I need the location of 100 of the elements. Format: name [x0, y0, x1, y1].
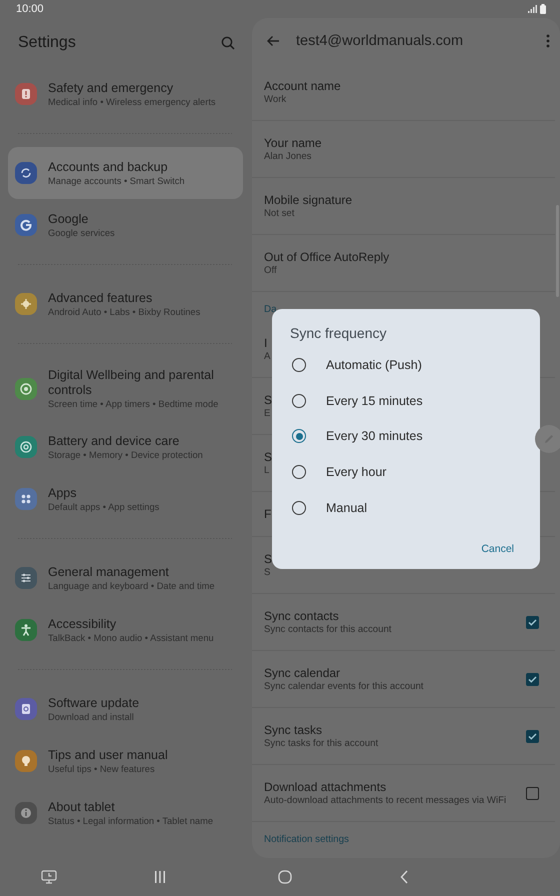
setting-value: Sync tasks for this account	[264, 738, 378, 750]
item-title: Apps	[48, 486, 78, 500]
more-options-icon	[546, 34, 550, 48]
setting-value: A	[264, 350, 270, 362]
setting-title: Sync contacts	[264, 608, 339, 624]
item-subtitle: Storage • Memory • Device protection	[48, 448, 203, 460]
item-subtitle: Google services	[48, 226, 115, 238]
setting-title: Out of Office AutoReply	[264, 250, 390, 264]
item-subtitle: Useful tips • New features	[48, 762, 156, 774]
setting-value: Off	[264, 264, 277, 276]
setting-value: L	[264, 464, 270, 476]
setting-title: Account name	[264, 78, 341, 94]
search-icon	[221, 36, 235, 50]
setting-row[interactable]: Sync calendar Sync calendar events for this account	[252, 651, 555, 708]
item-title: Accessibility	[48, 616, 118, 632]
account-email-title: test4@worldmanuals.com	[296, 33, 464, 49]
settings-item[interactable]: Apps Default apps • App settings	[8, 473, 243, 525]
item-subtitle: Screen time • App timers • Bedtime mode	[48, 398, 220, 410]
settings-item[interactable]: General management Language and keyboard • Date and time	[8, 552, 243, 604]
settings-item[interactable]: Tips and user manual Useful tips • New features	[8, 735, 243, 787]
settings-item[interactable]: Accounts and backup Manage accounts • Smart Switch	[8, 147, 243, 199]
radio-button[interactable]	[292, 464, 306, 479]
setting-value: Sync calendar events for this account	[264, 680, 424, 692]
settings-item[interactable]: Safety and emergency Medical info • Wireless emergency alerts	[8, 68, 243, 120]
item-subtitle: Manage accounts • Smart Switch	[48, 174, 185, 186]
setting-value: S	[264, 566, 270, 578]
checkbox[interactable]	[526, 672, 539, 686]
checkbox[interactable]	[526, 786, 539, 800]
item-title: Tips and user manual	[48, 748, 168, 762]
item-title: About tablet	[48, 800, 116, 814]
setting-row[interactable]: Sync contacts Sync contacts for this account	[252, 594, 555, 651]
recent-apps-icon	[154, 871, 166, 883]
back-button[interactable]	[398, 868, 410, 886]
setting-value: Auto-download attachments to recent messages via WiFi	[264, 794, 506, 806]
item-subtitle: Medical info • Wireless emergency alerts	[48, 96, 216, 108]
item-title: General management	[48, 564, 170, 580]
radio-button[interactable]	[292, 429, 306, 444]
screen-recorder-button[interactable]	[39, 868, 59, 886]
setting-row[interactable]: Sync tasks Sync tasks for this account	[252, 708, 555, 765]
more-options-button[interactable]	[544, 32, 552, 50]
setting-title: Mobile signature	[264, 192, 352, 208]
option-label[interactable]: Every hour	[326, 464, 386, 479]
radio-button[interactable]	[292, 358, 306, 372]
setting-row[interactable]: Out of Office AutoReply Off	[252, 235, 555, 292]
setting-value: Work	[264, 94, 286, 106]
setting-value: Alan Jones	[264, 150, 312, 162]
setting-row[interactable]: Mobile signature Not set	[252, 178, 555, 235]
cancel-button[interactable]: Cancel	[475, 539, 520, 560]
home-button[interactable]	[276, 868, 294, 886]
setting-value: Not set	[264, 208, 294, 220]
setting-title: Sync tasks	[264, 722, 322, 738]
item-title: Safety and emergency	[48, 80, 174, 96]
settings-item[interactable]: Accessibility TalkBack • Mono audio • Assistant menu	[8, 604, 243, 656]
dialog-title: Sync frequency	[290, 325, 388, 341]
back-arrow-icon	[266, 35, 280, 47]
settings-item[interactable]: Advanced features Android Auto • Labs • Bixby Routines	[8, 278, 243, 330]
item-subtitle: Default apps • App settings	[48, 500, 160, 512]
battery-icon	[540, 4, 546, 14]
radio-button[interactable]	[292, 500, 306, 515]
settings-item[interactable]: Digital Wellbeing and parental controls Screen time • App timers • Bedtime mode	[8, 357, 243, 421]
radio-button[interactable]	[292, 394, 306, 408]
option-label[interactable]: Automatic (Push)	[326, 358, 422, 372]
setting-title: Sync calendar	[264, 666, 340, 680]
setting-title: Your name	[264, 136, 322, 150]
setting-title: Download attachments	[264, 780, 386, 794]
setting-title: S	[264, 392, 272, 408]
option-label[interactable]: Every 30 minutes	[326, 429, 423, 444]
option-label[interactable]: Manual	[326, 500, 367, 515]
item-title: Advanced features	[48, 290, 154, 306]
setting-row[interactable]: Your name Alan Jones	[252, 121, 555, 178]
settings-item[interactable]: About tablet Status • Legal information • Tablet name	[8, 787, 243, 839]
setting-value: Sync contacts for this account	[264, 624, 392, 636]
setting-title: I	[264, 336, 268, 350]
item-subtitle: Status • Legal information • Tablet name	[48, 814, 213, 826]
settings-item[interactable]: Battery and device care Storage • Memory • Device protection	[8, 421, 243, 473]
option-label[interactable]: Every 15 minutes	[326, 394, 423, 408]
setting-row[interactable]: Account name Work	[252, 64, 555, 121]
setting-value: E	[264, 408, 270, 420]
settings-title: Settings	[18, 34, 76, 52]
checkbox[interactable]	[526, 730, 539, 742]
item-title: Battery and device care	[48, 434, 180, 448]
section-header: Notification settings	[263, 833, 350, 847]
setting-row[interactable]: Download attachments Auto-download attachments to recent messages via WiFi	[252, 765, 555, 822]
item-subtitle: Language and keyboard • Date and time	[48, 580, 215, 592]
item-title: Digital Wellbeing and parental controls	[48, 368, 215, 398]
item-subtitle: Download and install	[48, 710, 135, 722]
item-title: Software update	[48, 696, 140, 710]
settings-item[interactable]: Google Google services	[8, 199, 243, 251]
recent-apps-button[interactable]	[152, 869, 168, 885]
setting-title: S	[264, 552, 272, 566]
setting-title: S	[264, 450, 272, 464]
back-icon	[400, 870, 408, 884]
checkbox[interactable]	[526, 616, 539, 628]
item-subtitle: TalkBack • Mono audio • Assistant menu	[48, 632, 214, 644]
item-title: Accounts and backup	[48, 160, 169, 174]
item-subtitle: Android Auto • Labs • Bixby Routines	[48, 306, 200, 318]
monitor-clock-icon	[41, 870, 57, 884]
signal-icon	[528, 5, 537, 13]
settings-item[interactable]: Software update Download and install	[8, 683, 243, 735]
home-icon	[278, 870, 292, 884]
